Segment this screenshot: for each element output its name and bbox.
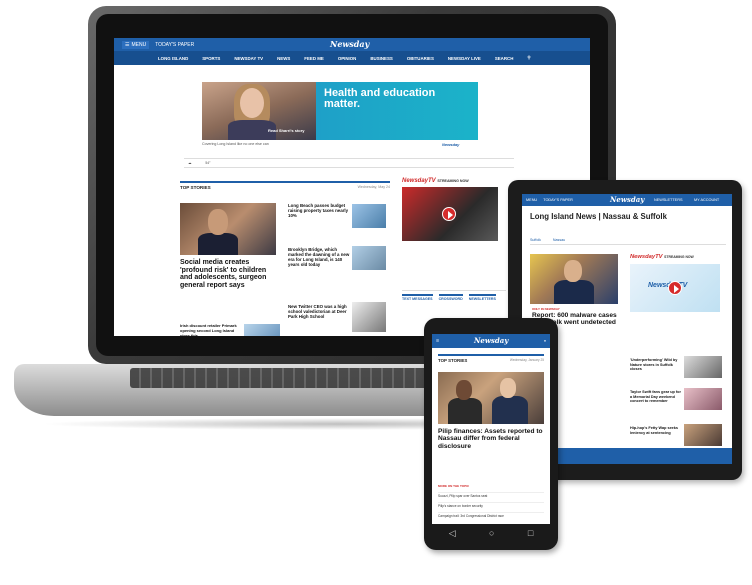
phone-menu-icon[interactable]: ☰ — [436, 339, 439, 343]
section-title: TOP STORIES — [180, 185, 211, 190]
laptop-topbar: ☰ MENU TODAY'S PAPER Newsday — [114, 38, 590, 51]
menu-button[interactable]: ☰ MENU — [122, 40, 150, 49]
side-story-1[interactable]: Long Beach passes budget raising propert… — [288, 203, 350, 218]
play-icon[interactable] — [442, 207, 456, 221]
phone-related-1[interactable]: Suozzi, Pilip spar over Santos seat — [438, 492, 544, 498]
tablet-lead-image[interactable] — [530, 254, 618, 304]
side-story-2-thumb[interactable] — [352, 246, 386, 270]
promo-newsletters[interactable]: NEWSLETTERS — [468, 294, 496, 301]
nav-item-newsday-tv[interactable]: NEWSDAY TV — [234, 56, 263, 61]
nav-item-news[interactable]: NEWS — [277, 56, 290, 61]
ad-caption: Covering Long Island like no one else ca… — [202, 142, 269, 146]
phone-screen: ☰ Newsday ● TOP STORIES Wednesday, Janua… — [432, 334, 550, 524]
newsday-tv-widget: NewsdayTV STREAMING NOW — [402, 178, 502, 241]
todays-paper-link[interactable]: TODAY'S PAPER — [155, 42, 194, 48]
ad-cta[interactable]: Read Sharri's story — [268, 128, 305, 133]
newsday-logo[interactable]: Newsday — [330, 39, 369, 49]
ad-brand: Newsday — [442, 142, 460, 147]
weather-ticker: ☁ 54° — [184, 158, 514, 168]
nav-item-obituaries[interactable]: OBITUARIES — [407, 56, 434, 61]
phone-topbar: ☰ Newsday ● — [432, 334, 550, 348]
tablet-my-account[interactable]: MY ACCOUNT — [694, 198, 719, 202]
tablet-tv-brand: NewsdayTV STREAMING NOW — [630, 254, 694, 260]
phone-section-title: TOP STORIES — [438, 358, 468, 363]
tablet-item-1-thumb[interactable] — [684, 356, 722, 378]
nav-item-search[interactable]: SEARCH — [495, 56, 514, 61]
ad-banner[interactable]: Read Sharri's story Health and education… — [202, 82, 478, 140]
tablet-page-title: Long Island News | Nassau & Suffolk — [530, 212, 667, 221]
top-stories-header: TOP STORIES Wednesday, May 24 — [180, 181, 390, 190]
tablet-item-2-thumb[interactable] — [684, 388, 722, 410]
ad-photo: Read Sharri's story — [202, 82, 316, 140]
tablet-topbar: MENU TODAY'S PAPER Newsday NEWSLETTERS M… — [522, 194, 732, 206]
search-icon[interactable]: ⚲ — [527, 55, 530, 61]
back-icon[interactable]: ◁ — [449, 528, 456, 539]
tablet-item-3-thumb[interactable] — [684, 424, 722, 446]
phone-nav-buttons: ◁ ○ □ — [432, 528, 550, 539]
recents-icon[interactable]: □ — [528, 528, 533, 539]
promo-text-messages[interactable]: TEXT MESSAGES — [402, 294, 433, 301]
small-story[interactable]: Irish discount retailer Primark opening … — [180, 323, 240, 336]
tablet-play-icon[interactable] — [668, 281, 682, 295]
promo-links: TEXT MESSAGES CROSSWORD NEWSLETTERS — [402, 290, 506, 301]
phone-section-header: TOP STORIES Wednesday, January 25 — [438, 354, 544, 363]
tablet-lead-tag: ONLY IN NEWSDAY — [532, 307, 560, 311]
tablet-item-3[interactable]: Hip-hop's Fetty Wap seeks leniency at se… — [630, 426, 682, 435]
tablet-tv-widget: NewsdayTV STREAMING NOW NewsdayTV — [630, 254, 724, 312]
nav-item-feed-me[interactable]: FEED ME — [304, 56, 324, 61]
subnav-suffolk[interactable]: Suffolk — [530, 238, 541, 242]
side-story-2[interactable]: Brooklyn Bridge, which marked the dawnin… — [288, 247, 350, 267]
small-story-thumb[interactable] — [244, 324, 280, 336]
menu-label: MENU — [131, 41, 147, 48]
phone-related-2[interactable]: Pilip's stance on border security — [438, 502, 544, 508]
side-story-3[interactable]: New Twitter CEO was a high school valedi… — [288, 304, 350, 319]
tablet-newsletters[interactable]: NEWSLETTERS — [654, 198, 682, 202]
subnav-nassau[interactable]: Nassau — [553, 238, 565, 242]
tablet-video-player[interactable]: NewsdayTV — [630, 264, 720, 312]
weather-icon: ☁ — [188, 161, 192, 165]
nav-item-long-island[interactable]: LONG ISLAND — [158, 56, 188, 61]
phone-section-date: Wednesday, January 25 — [509, 358, 544, 362]
home-icon[interactable]: ○ — [489, 528, 494, 539]
phone-account-icon[interactable]: ● — [544, 339, 546, 343]
tablet-menu-button[interactable]: MENU — [526, 198, 537, 202]
video-player[interactable] — [402, 187, 498, 241]
nav-item-sports[interactable]: SPORTS — [202, 56, 220, 61]
nav-item-business[interactable]: BUSINESS — [370, 56, 392, 61]
phone-related-3[interactable]: Campaign trail: 3rd Congressional Distri… — [438, 512, 544, 518]
ad-headline: Health and education matter. — [316, 82, 478, 140]
weather-temp[interactable]: 54° — [205, 161, 210, 165]
promo-crossword[interactable]: CROSSWORD — [438, 294, 463, 301]
tablet-todays-paper[interactable]: TODAY'S PAPER — [543, 198, 573, 202]
side-story-1-thumb[interactable] — [352, 204, 386, 228]
phone-logo[interactable]: Newsday — [474, 336, 508, 345]
laptop-keyboard — [130, 368, 430, 388]
hamburger-icon: ☰ — [125, 41, 130, 48]
tablet-logo[interactable]: Newsday — [610, 195, 644, 204]
phone-lead-image[interactable] — [438, 372, 544, 424]
lead-story-headline[interactable]: Social media creates 'profound risk' to … — [180, 259, 280, 290]
tablet-subnav: Suffolk Nassau — [530, 238, 726, 245]
newsday-tv-brand: NewsdayTV STREAMING NOW — [402, 178, 469, 184]
laptop-main-nav: LONG ISLAND SPORTS NEWSDAY TV NEWS FEED … — [114, 51, 590, 65]
phone-topic-tag: MORE ON THE TOPIC — [438, 484, 470, 488]
tablet-item-1[interactable]: 'Underperforming' Wild by Nature stores … — [630, 358, 682, 372]
phone-lead-headline[interactable]: Pilip finances: Assets reported to Nassa… — [438, 428, 546, 450]
lead-story-image[interactable] — [180, 203, 276, 255]
nav-item-newsday-live[interactable]: NEWSDAY LIVE — [448, 56, 481, 61]
nav-item-opinion[interactable]: OPINION — [338, 56, 357, 61]
side-story-3-thumb[interactable] — [352, 302, 386, 332]
tablet-item-2[interactable]: Taylor Swift fans gear up for a Memorial… — [630, 390, 682, 404]
section-date: Wednesday, May 24 — [357, 185, 390, 189]
